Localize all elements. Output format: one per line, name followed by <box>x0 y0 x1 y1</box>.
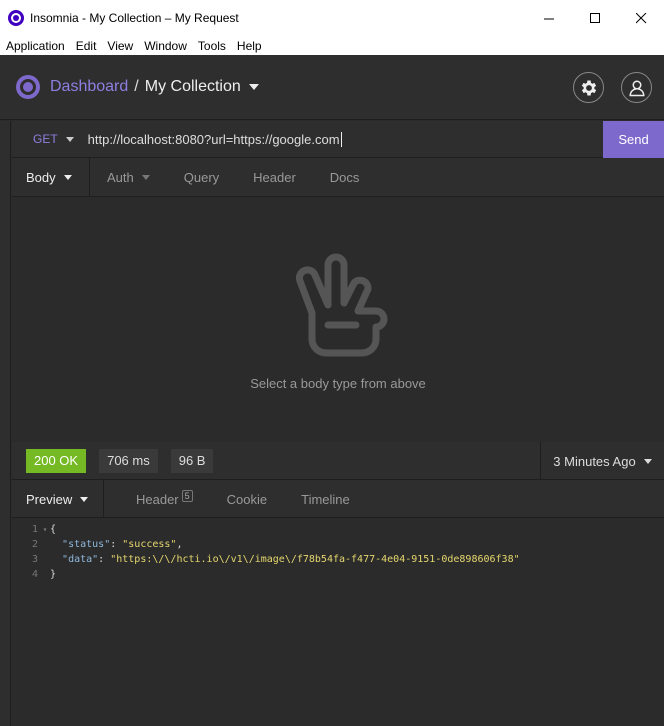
json-key: "data" <box>62 554 99 565</box>
menu-item-help[interactable]: Help <box>231 39 267 53</box>
tab-query[interactable]: Query <box>167 158 236 197</box>
chevron-down-icon <box>65 136 74 142</box>
code-line: 2 "status": "success", <box>12 537 664 552</box>
method-dropdown[interactable]: GET <box>33 132 74 146</box>
tab-preview-label: Preview <box>26 492 73 507</box>
dashboard-link[interactable]: Dashboard <box>50 78 128 96</box>
response-tabs: Preview Header 5 Cookie Timeline <box>12 480 664 519</box>
chevron-down-icon <box>141 175 150 180</box>
collection-dropdown[interactable]: My Collection <box>145 78 241 96</box>
json-value: "success" <box>122 539 177 550</box>
tab-body-label: Body <box>26 170 56 185</box>
app-header: Dashboard / My Collection <box>0 55 664 120</box>
chevron-down-icon <box>643 458 652 464</box>
fold-toggle-icon[interactable]: ▾ <box>40 525 50 534</box>
breadcrumb-separator: / <box>134 78 139 95</box>
user-icon <box>628 80 645 96</box>
menu-item-edit[interactable]: Edit <box>70 39 102 53</box>
json-key: "status" <box>62 539 111 550</box>
tab-body[interactable]: Body <box>12 158 90 197</box>
time-ago-label: 3 Minutes Ago <box>553 453 636 469</box>
tab-cookie[interactable]: Cookie <box>210 480 284 519</box>
line-number: 1 <box>31 524 38 535</box>
tab-preview[interactable]: Preview <box>12 480 104 519</box>
empty-body-message: Select a body type from above <box>250 376 426 391</box>
send-button[interactable]: Send <box>603 121 664 158</box>
insomnia-logo-icon[interactable] <box>16 75 40 99</box>
window-title: Insomnia - My Collection – My Request <box>30 11 239 25</box>
menu-bar: Application Edit View Window Tools Help <box>0 36 664 55</box>
peace-hand-icon <box>295 253 388 357</box>
line-number: 3 <box>31 554 38 565</box>
response-time-badge: 706 ms <box>99 448 158 473</box>
code-line: 1 ▾ { <box>12 522 664 537</box>
minimize-icon[interactable] <box>526 0 572 36</box>
tab-timeline[interactable]: Timeline <box>284 480 367 519</box>
code-line: 4 } <box>12 567 664 582</box>
response-status-bar: 200 OK 706 ms 96 B 3 Minutes Ago <box>12 442 664 480</box>
tab-response-header[interactable]: Header 5 <box>104 480 210 519</box>
line-number: 2 <box>31 539 38 550</box>
code-text: } <box>50 569 57 580</box>
line-number: 4 <box>31 569 38 580</box>
chevron-down-icon[interactable] <box>248 84 259 90</box>
sidebar-collapsed[interactable] <box>0 121 11 726</box>
menu-item-window[interactable]: Window <box>138 39 192 53</box>
json-value: "https:\/\/hcti.io\/v1\/image\/f78b54fa-… <box>110 554 520 565</box>
menu-item-view[interactable]: View <box>101 39 138 53</box>
request-body-pane: Select a body type from above <box>12 198 664 442</box>
close-icon[interactable] <box>618 0 664 36</box>
tab-response-header-label: Header <box>136 492 179 507</box>
menu-item-application[interactable]: Application <box>0 39 70 53</box>
request-tabs: Body Auth Query Header Docs <box>12 158 664 197</box>
chevron-down-icon <box>80 497 89 502</box>
window-titlebar: Insomnia - My Collection – My Request <box>0 0 664 36</box>
menu-item-tools[interactable]: Tools <box>192 39 231 53</box>
history-dropdown[interactable]: 3 Minutes Ago <box>540 442 664 480</box>
tab-docs[interactable]: Docs <box>313 158 377 197</box>
tab-auth-label: Auth <box>107 170 134 185</box>
header-count-badge: 5 <box>181 489 193 502</box>
settings-button[interactable] <box>573 72 604 103</box>
code-line: 3 "data": "https:\/\/hcti.io\/v1\/image\… <box>12 552 664 567</box>
gear-icon <box>581 80 596 95</box>
status-badge: 200 OK <box>26 448 87 473</box>
response-size-badge: 96 B <box>170 448 214 473</box>
code-text: { <box>50 524 57 535</box>
url-input[interactable]: http://localhost:8080?url=https://google… <box>88 131 342 147</box>
tab-auth[interactable]: Auth <box>90 158 167 197</box>
insomnia-app-icon <box>8 10 24 26</box>
response-code-viewer[interactable]: 1 ▾ { 2 "status": "success", 3 "data": "… <box>12 518 664 726</box>
chevron-down-icon <box>63 175 72 180</box>
maximize-icon[interactable] <box>572 0 618 36</box>
url-bar: GET http://localhost:8080?url=https://go… <box>12 121 664 158</box>
tab-header[interactable]: Header <box>236 158 313 197</box>
method-label: GET <box>33 132 58 146</box>
breadcrumb: Dashboard / My Collection <box>50 78 259 96</box>
account-button[interactable] <box>621 72 652 103</box>
